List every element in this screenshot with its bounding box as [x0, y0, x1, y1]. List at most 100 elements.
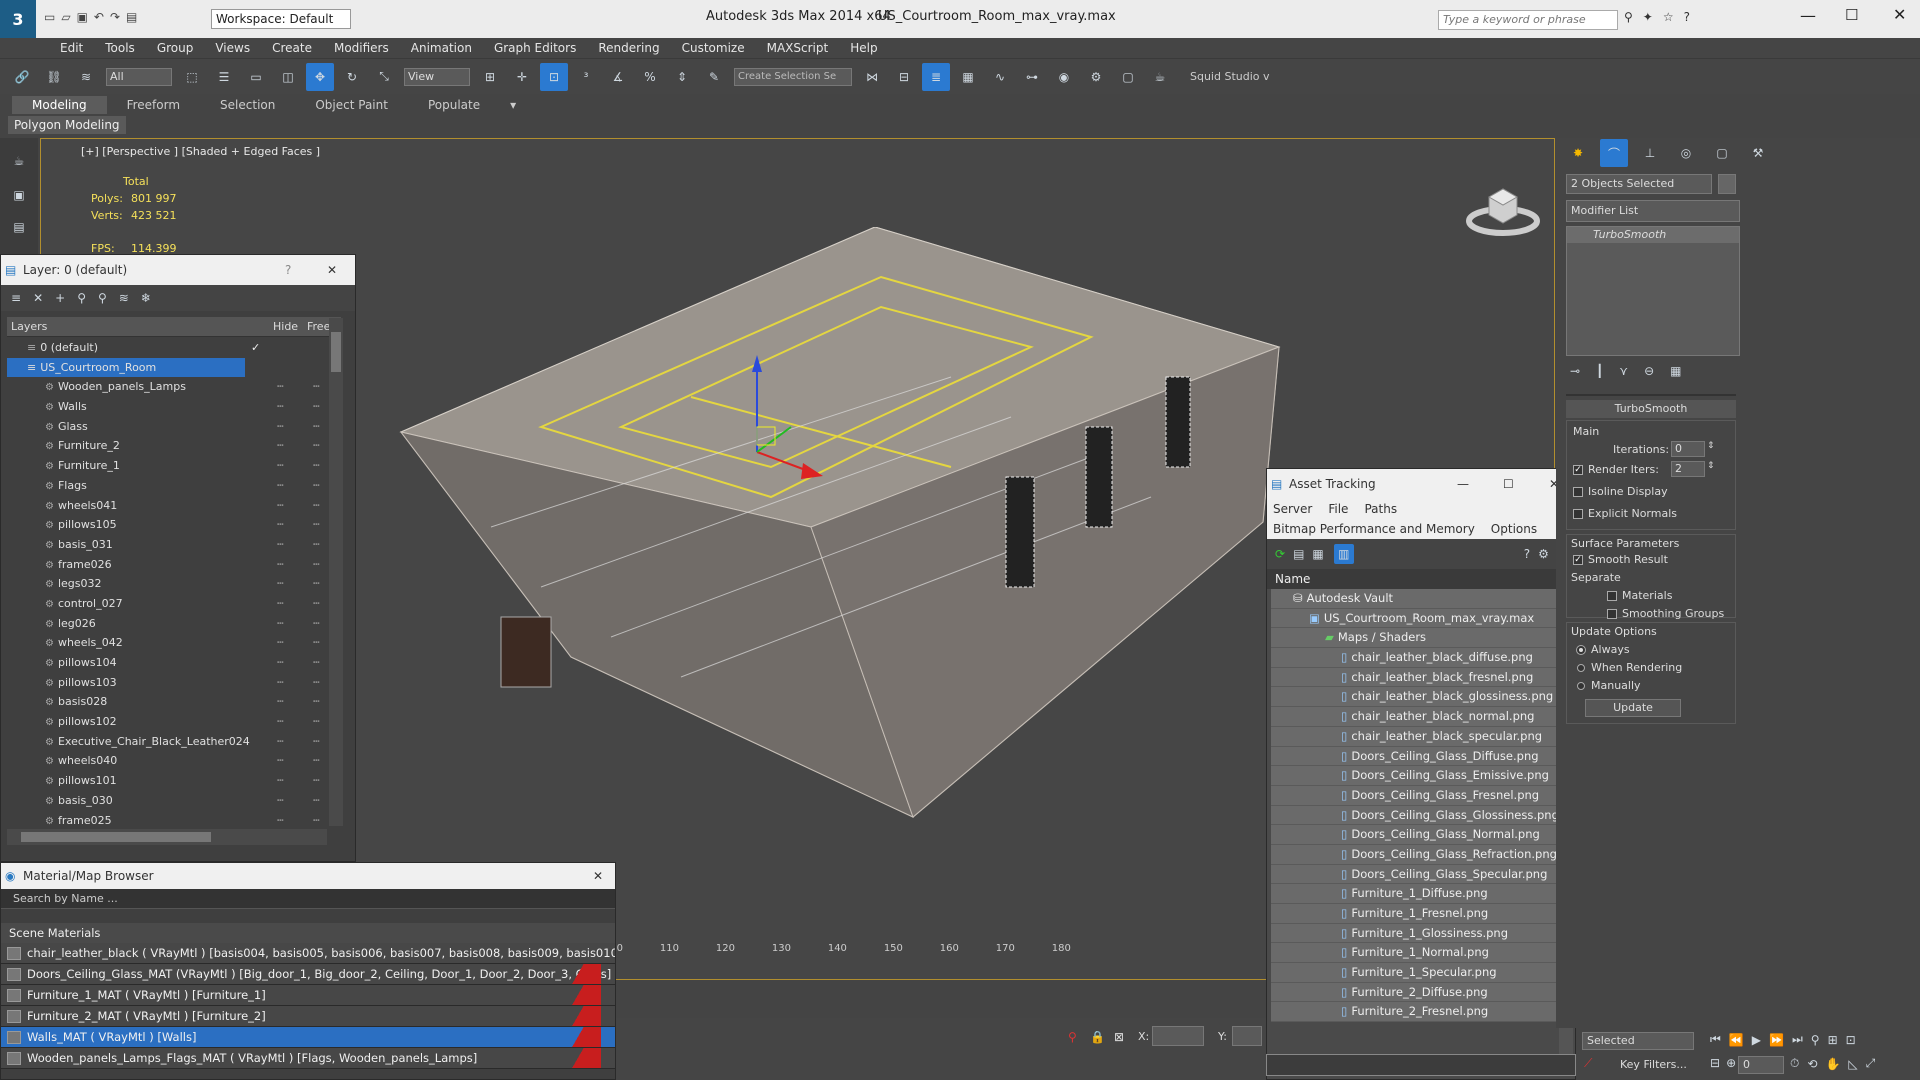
- menu-bitmap-performance[interactable]: Bitmap Performance and Memory: [1273, 522, 1475, 536]
- hide-toggle-icon[interactable]: ┅: [277, 496, 284, 516]
- layer-object-row[interactable]: ⚙ leg026 ┅ ┅: [7, 614, 329, 634]
- asset-file-row[interactable]: ▯ Furniture_1_Glossiness.png: [1271, 923, 1557, 944]
- freeze-all-icon[interactable]: ❄: [141, 291, 151, 305]
- hide-toggle-icon[interactable]: ┅: [277, 535, 284, 555]
- menu-group[interactable]: Group: [146, 38, 205, 58]
- material-row[interactable]: Wooden_panels_Lamps_Flags_MAT ( VRayMtl …: [1, 1048, 615, 1069]
- minimize-icon[interactable]: —: [1457, 469, 1469, 499]
- hide-toggle-icon[interactable]: ┅: [277, 417, 284, 437]
- menu-modifiers[interactable]: Modifiers: [323, 38, 400, 58]
- unlink-icon[interactable]: ⛓: [40, 63, 68, 91]
- previous-frame-icon[interactable]: ⏪: [1729, 1033, 1744, 1047]
- create-tab-icon[interactable]: ✸: [1564, 139, 1592, 167]
- ribbon-options-icon[interactable]: ▾: [500, 96, 526, 114]
- layer-object-row[interactable]: ⚙ frame026 ┅ ┅: [7, 555, 329, 575]
- layer-object-row[interactable]: ⚙ basis_031 ┅ ┅: [7, 535, 329, 555]
- render-setup-icon[interactable]: ⚙: [1082, 63, 1110, 91]
- folder-row[interactable]: ▰ Maps / Shaders: [1271, 628, 1557, 649]
- snaps-toggle-icon[interactable]: ³: [572, 63, 600, 91]
- asset-file-row[interactable]: ▯ Furniture_1_Specular.png: [1271, 963, 1557, 983]
- manually-radio[interactable]: Manually: [1577, 679, 1641, 692]
- percent-snap-icon[interactable]: %: [636, 63, 664, 91]
- curve-editor-icon[interactable]: ∿: [986, 63, 1014, 91]
- hide-toggle-icon[interactable]: ┅: [277, 574, 284, 594]
- next-frame-icon[interactable]: ⏩: [1769, 1033, 1784, 1047]
- freeze-toggle-icon[interactable]: ┅: [313, 535, 320, 555]
- vault-row[interactable]: ⛁ Autodesk Vault: [1271, 589, 1557, 609]
- layer-object-row[interactable]: ⚙ basis028 ┅ ┅: [7, 692, 329, 712]
- mirror-icon[interactable]: ⋈: [858, 63, 886, 91]
- key-filters-button[interactable]: Key Filters...: [1620, 1058, 1687, 1071]
- freeze-toggle-icon[interactable]: ┅: [313, 555, 320, 575]
- named-selection-dropdown[interactable]: Create Selection Se: [734, 67, 852, 86]
- move-icon[interactable]: ✥: [306, 62, 334, 91]
- menu-help[interactable]: Help: [839, 38, 888, 58]
- asset-help-icon[interactable]: ?: [1524, 547, 1530, 561]
- render-iters-field[interactable]: 2: [1671, 461, 1705, 477]
- list-view-icon[interactable]: ▤: [1293, 547, 1304, 561]
- add-to-layer-icon[interactable]: +: [55, 291, 65, 305]
- orbit-icon[interactable]: ⟲: [1807, 1057, 1817, 1071]
- menu-paths[interactable]: Paths: [1364, 502, 1397, 516]
- selection-lock-icon[interactable]: ⚲: [1068, 1030, 1077, 1044]
- col-freeze[interactable]: Free: [307, 317, 330, 337]
- undo-icon[interactable]: ↶: [94, 10, 104, 24]
- highlight-layer-icon[interactable]: ⚲: [98, 291, 107, 305]
- maximize-icon[interactable]: ☐: [1845, 6, 1858, 24]
- app-logo-icon[interactable]: 3: [0, 0, 36, 38]
- material-browser-header[interactable]: ◉ Material/Map Browser ✕: [1, 863, 615, 889]
- window-crossing-icon[interactable]: ◫: [274, 63, 302, 91]
- time-config-icon[interactable]: ⏱: [1790, 1056, 1799, 1071]
- layer-object-row[interactable]: ⚙ pillows101 ┅ ┅: [7, 771, 329, 791]
- iterations-field[interactable]: 0: [1671, 441, 1705, 457]
- tab-object-paint[interactable]: Object Paint: [295, 96, 408, 114]
- menu-animation[interactable]: Animation: [400, 38, 483, 58]
- configure-sets-icon[interactable]: ▦: [1670, 364, 1681, 378]
- hide-toggle-icon[interactable]: ┅: [277, 515, 284, 535]
- zoom-all-icon[interactable]: ⊞: [1828, 1033, 1838, 1047]
- rotate-icon[interactable]: ↻: [338, 63, 366, 91]
- col-hide[interactable]: Hide: [273, 317, 298, 337]
- menu-edit[interactable]: Edit: [49, 38, 94, 58]
- hide-toggle-icon[interactable]: ┅: [277, 377, 284, 397]
- freeze-toggle-icon[interactable]: ┅: [313, 791, 320, 811]
- motion-tab-icon[interactable]: ◎: [1672, 139, 1700, 167]
- selection-filter-dropdown[interactable]: All: [106, 67, 172, 86]
- hide-toggle-icon[interactable]: ┅: [277, 673, 284, 693]
- col-name[interactable]: Name: [1267, 569, 1557, 589]
- freeze-toggle-icon[interactable]: ┅: [313, 515, 320, 535]
- hide-all-icon[interactable]: ≋: [119, 291, 129, 305]
- freeze-toggle-icon[interactable]: ┅: [313, 456, 320, 476]
- hide-toggle-icon[interactable]: ┅: [277, 732, 284, 752]
- asset-file-row[interactable]: ▯ Doors_Ceiling_Glass_Glossiness.png: [1271, 805, 1557, 826]
- render-production-icon[interactable]: ☕: [1146, 63, 1174, 91]
- layer-object-row[interactable]: ⚙ Flags ┅ ┅: [7, 476, 329, 496]
- keyboard-shortcut-icon[interactable]: ⊡: [540, 62, 568, 91]
- modifier-list-dropdown[interactable]: Modifier List: [1566, 200, 1740, 222]
- close-icon[interactable]: ✕: [593, 863, 603, 889]
- freeze-toggle-icon[interactable]: ┅: [313, 633, 320, 653]
- polygon-modeling-panel[interactable]: Polygon Modeling: [8, 116, 126, 134]
- refresh-icon[interactable]: ⟳: [1275, 547, 1285, 561]
- rendered-frame-icon[interactable]: ▢: [1114, 63, 1142, 91]
- layer-object-row[interactable]: ⚙ pillows103 ┅ ┅: [7, 673, 329, 693]
- asset-file-row[interactable]: ▯ Doors_Ceiling_Glass_Fresnel.png: [1271, 785, 1557, 806]
- utilities-tab-icon[interactable]: ⚒: [1744, 139, 1772, 167]
- project-icon[interactable]: ▤: [126, 10, 137, 24]
- asset-file-row[interactable]: ▯ Doors_Ceiling_Glass_Specular.png: [1271, 864, 1557, 885]
- material-row[interactable]: Walls_MAT ( VRayMtl ) [Walls]: [1, 1027, 615, 1048]
- hide-toggle-icon[interactable]: ┅: [277, 476, 284, 496]
- freeze-toggle-icon[interactable]: ┅: [313, 496, 320, 516]
- layer-manager-icon[interactable]: ≣: [922, 62, 950, 91]
- asset-file-row[interactable]: ▯ Doors_Ceiling_Glass_Refraction.png: [1271, 844, 1557, 865]
- angle-snap-icon[interactable]: ∡: [604, 63, 632, 91]
- link-icon[interactable]: 🔗: [8, 63, 36, 91]
- delete-layer-icon[interactable]: ✕: [33, 291, 43, 305]
- freeze-toggle-icon[interactable]: ┅: [313, 574, 320, 594]
- hide-toggle-icon[interactable]: ┅: [277, 436, 284, 456]
- freeze-toggle-icon[interactable]: ┅: [313, 377, 320, 397]
- layer-object-row[interactable]: ⚙ basis_030 ┅ ┅: [7, 791, 329, 811]
- layer-scrollbar[interactable]: [329, 318, 343, 826]
- thumbnail-view-icon[interactable]: ▦: [1312, 547, 1323, 561]
- binoculars-icon[interactable]: ⚲: [1624, 10, 1633, 24]
